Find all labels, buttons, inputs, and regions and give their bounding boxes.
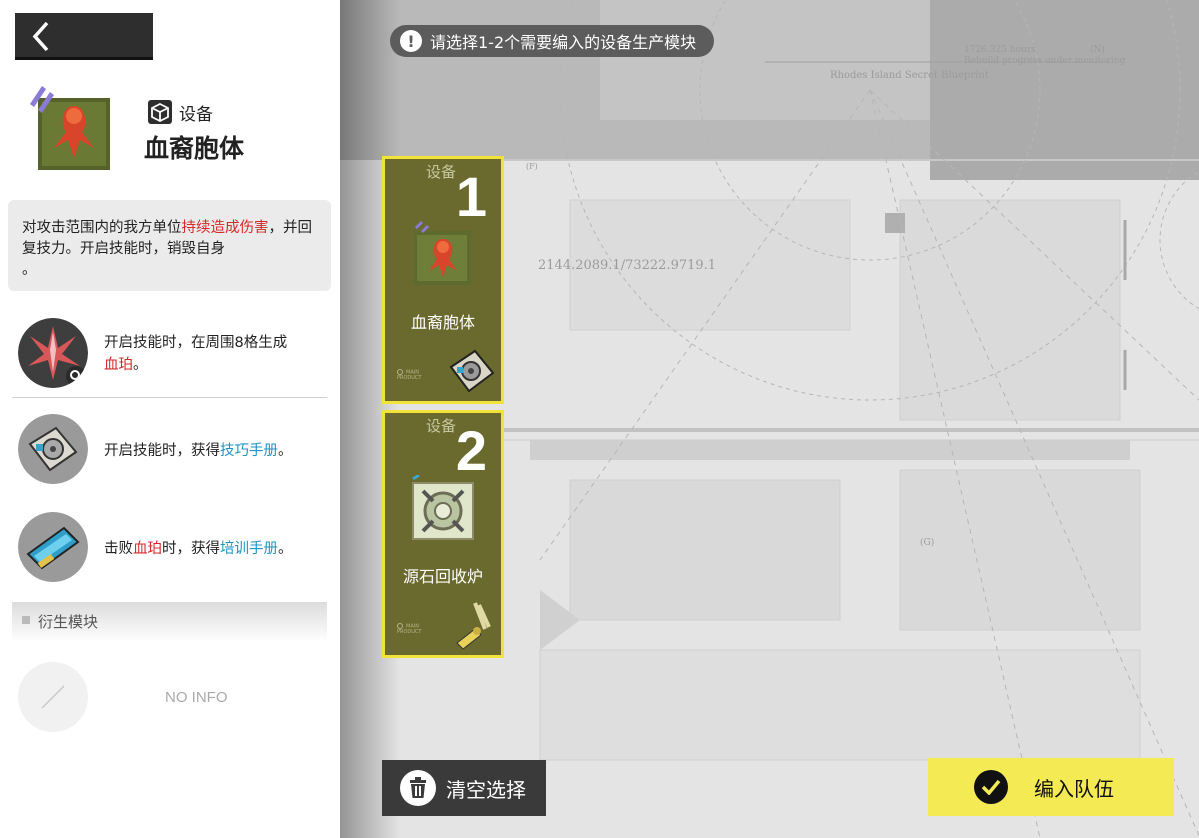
effect-text-1: 开启技能时，在周围8格生成 血珀。 <box>104 335 288 373</box>
effect-row-1: 开启技能时，在周围8格生成 血珀。 <box>18 318 328 388</box>
blood-cell-portrait-icon <box>30 86 110 170</box>
card-category: 设备 <box>426 417 457 435</box>
empty-slot-icon <box>18 662 88 732</box>
map-coords: 2144.2089.1/73222.9719.1 <box>538 258 717 273</box>
effect-row-3: 击败血珀时，获得培训手册。 <box>18 512 328 582</box>
trash-icon <box>400 770 436 806</box>
training-manual-icon <box>18 512 88 582</box>
map-progress: Rebuild progress under monitoring <box>964 56 1126 66</box>
map-label-g: (G) <box>920 538 935 548</box>
effect-row-2: 开启技能时，获得技巧手册。 <box>18 414 328 484</box>
recycler-furnace-icon <box>412 475 474 540</box>
card-category: 设备 <box>426 163 457 181</box>
add-to-squad-button[interactable]: 编入队伍 <box>928 758 1174 816</box>
description-text-3: 。 <box>22 262 37 278</box>
skill-manual-icon <box>449 349 495 393</box>
cube-icon <box>148 100 172 124</box>
main-product-label: MAIN PRODUCT <box>397 368 422 381</box>
exclamation-icon: ! <box>400 30 422 52</box>
card-name: 源石回收炉 <box>402 567 483 586</box>
selection-hint: ! 请选择1-2个需要编入的设备生产模块 <box>390 25 715 57</box>
derived-modules-title: 衍生模块 <box>38 613 99 631</box>
derived-modules-header: 衍生模块 <box>12 602 327 642</box>
clear-selection-label: 清空选择 <box>446 777 526 802</box>
map-label-f: (F) <box>526 162 538 171</box>
card-selection-number: 2 <box>455 419 487 482</box>
description-text: 对攻击范围内的我方单位 <box>22 220 182 236</box>
module-card-2[interactable]: 设备 2 源石回收炉 MAIN PRODUCT <box>382 410 504 658</box>
section-marker <box>22 616 30 624</box>
effect-text-3: 击败血珀时，获得培训手册。 <box>104 541 293 557</box>
module-card-1[interactable]: 设备 1 血裔胞体 MAIN PRODUCT <box>382 156 504 404</box>
map-title: Rhodes Island Secret Blueprint <box>830 70 989 81</box>
module-detail-panel: 设备 血裔胞体 对攻击范围内的我方单位持续造成伤害，并回复技力。开启技能时，销毁… <box>0 0 340 838</box>
module-type-label: 设备 <box>179 104 213 125</box>
map-north-label: (N) <box>1090 45 1105 55</box>
blood-cell-icon <box>413 221 471 285</box>
clear-selection-button[interactable]: 清空选择 <box>382 760 546 816</box>
add-to-squad-label: 编入队伍 <box>1034 776 1114 801</box>
map-hours: 1726.325 hours <box>964 45 1036 55</box>
card-selection-number: 1 <box>455 165 487 228</box>
module-description: 对攻击范围内的我方单位持续造成伤害，并回复技力。开启技能时，销毁自身。 <box>8 200 331 291</box>
card-name: 血裔胞体 <box>410 313 475 332</box>
tool-product-icon <box>456 602 491 650</box>
screen: 1726.325 hours Rebuild progress under mo… <box>0 0 1199 838</box>
back-button[interactable] <box>15 13 153 60</box>
main-product-label: MAIN PRODUCT <box>397 622 422 635</box>
skill-manual-icon <box>18 414 88 484</box>
no-info-label: NO INFO <box>165 689 228 706</box>
module-type: 设备 <box>147 99 213 125</box>
chevron-left-icon <box>32 21 49 52</box>
effect-divider <box>12 397 327 398</box>
check-icon <box>974 770 1008 804</box>
effect-text-2: 开启技能时，获得技巧手册。 <box>104 443 293 459</box>
selection-hint-text: 请选择1-2个需要编入的设备生产模块 <box>430 33 697 52</box>
blood-amber-icon[interactable] <box>18 318 88 388</box>
description-highlight: 持续造成伤害 <box>181 220 269 236</box>
module-name: 血裔胞体 <box>144 134 245 163</box>
